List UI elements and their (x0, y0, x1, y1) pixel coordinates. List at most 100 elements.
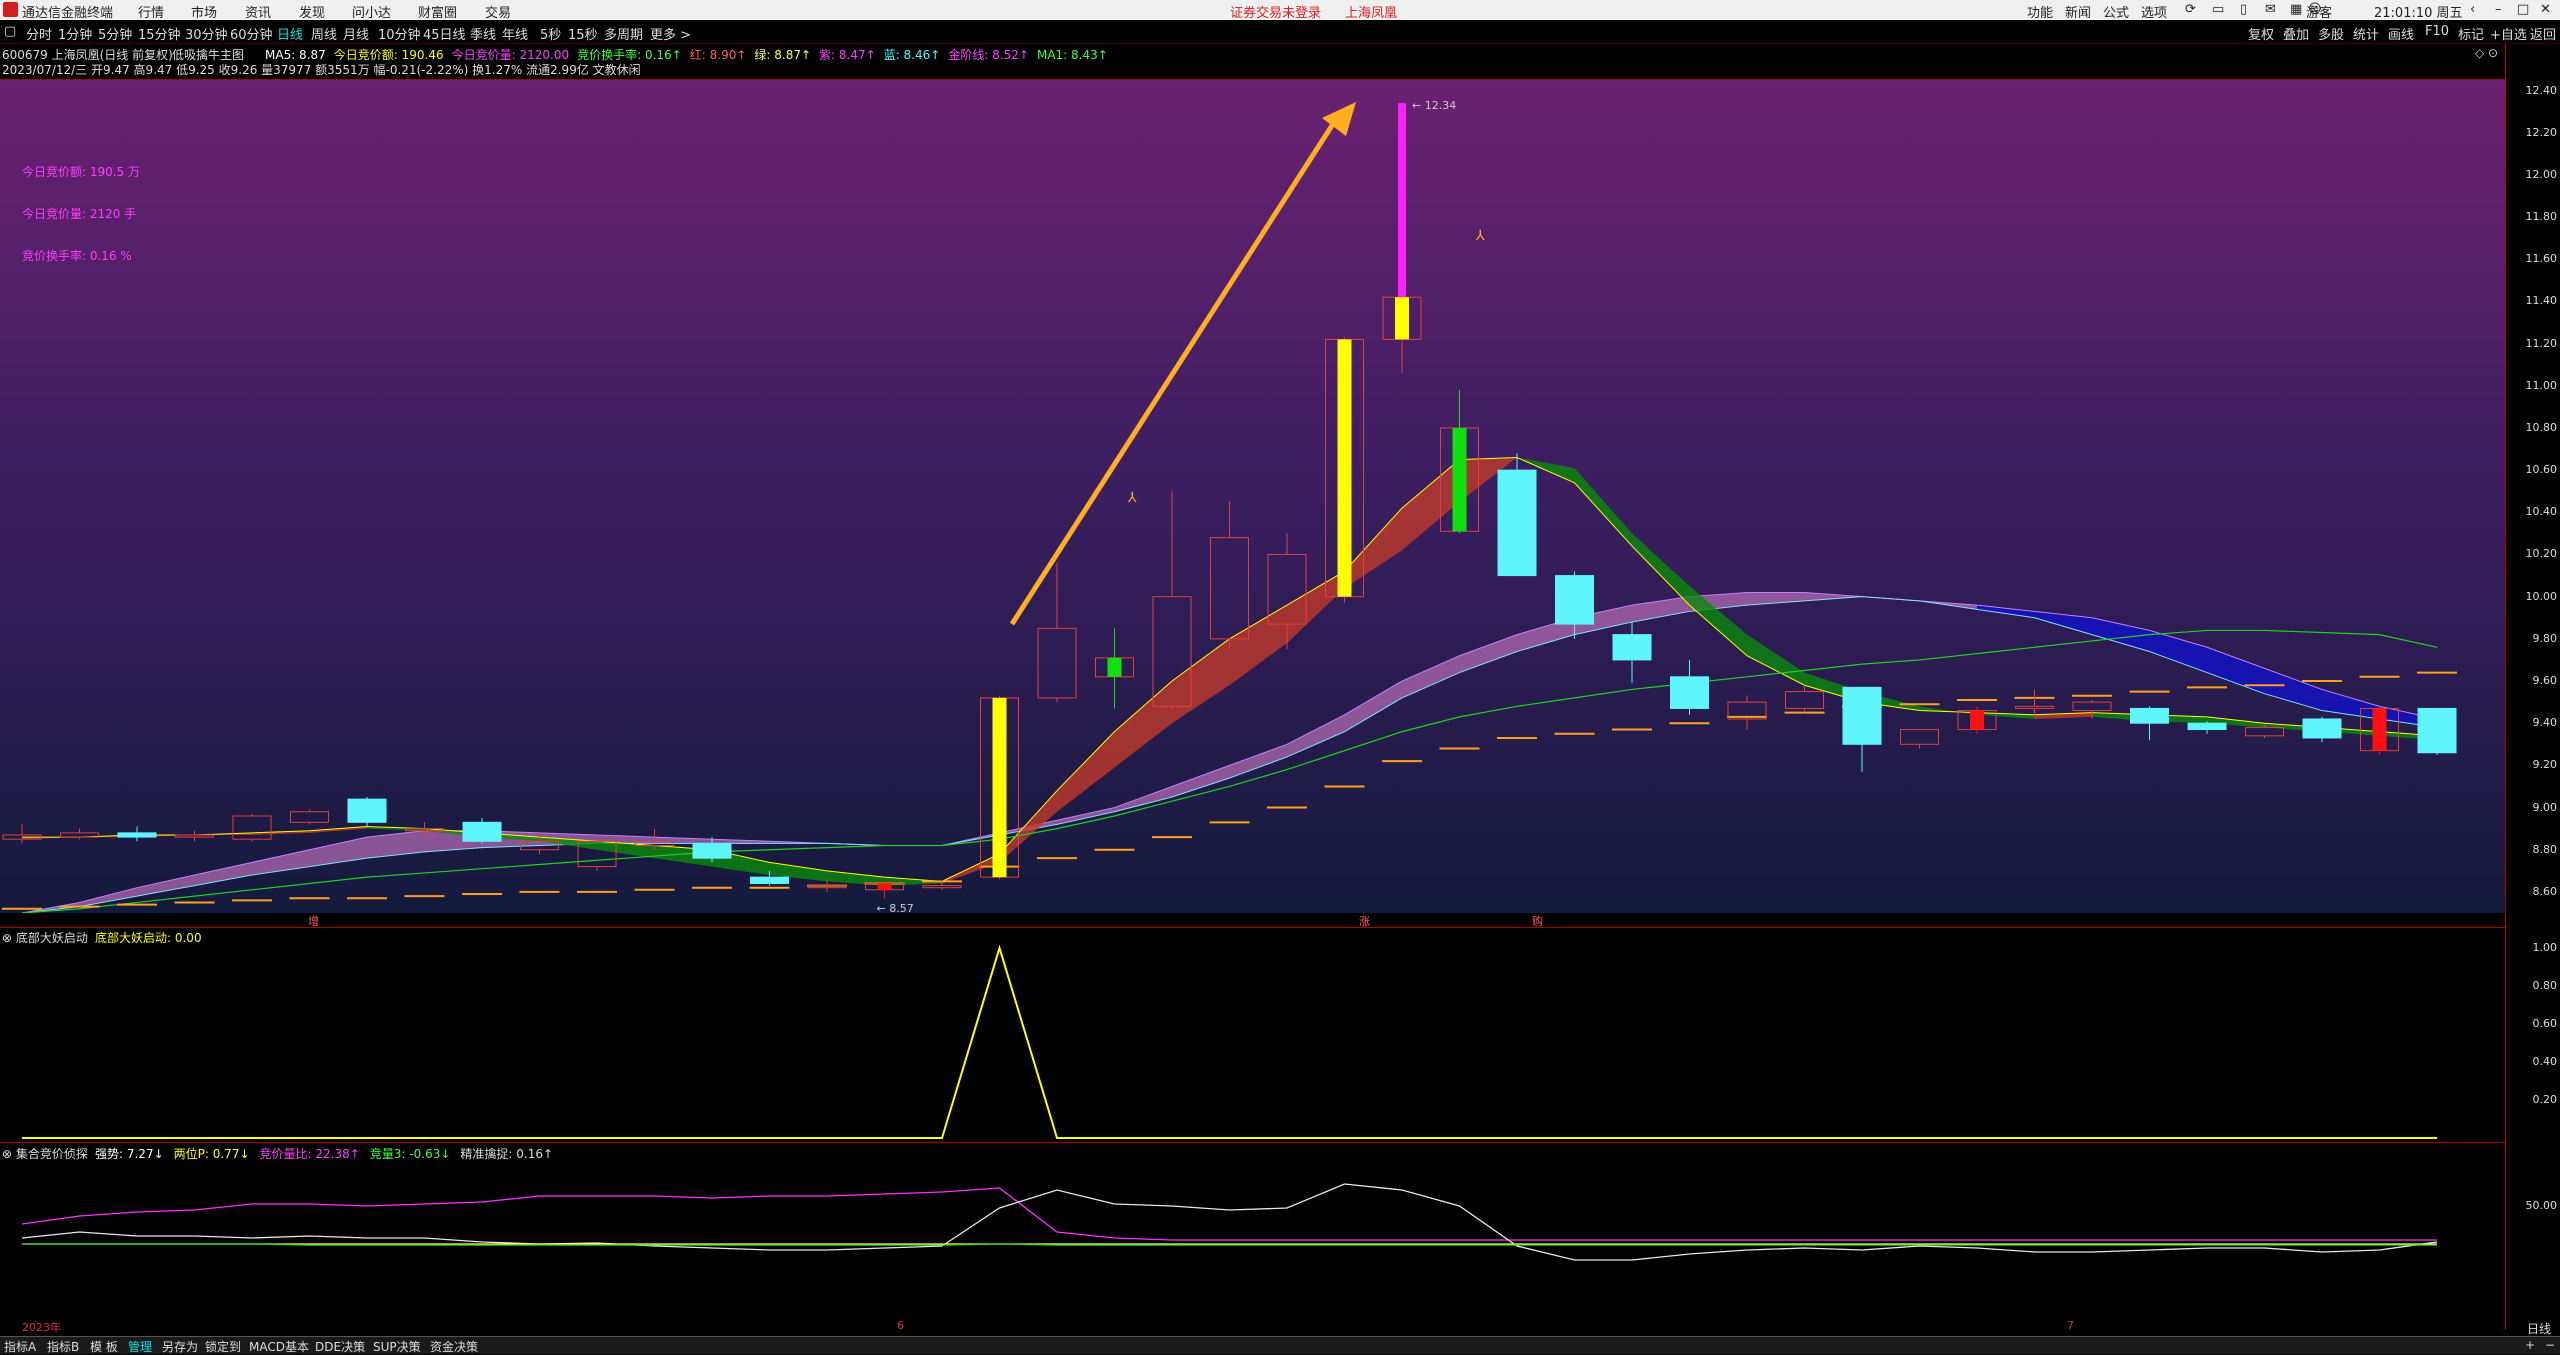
candle-body (1670, 676, 1709, 709)
tool-zixuan[interactable]: +自选 (2490, 24, 2527, 43)
candle-body (1785, 691, 1824, 709)
signal-icon: ⅄ (1475, 228, 1485, 244)
price-tick: 10.40 (2525, 505, 2558, 519)
close-icon[interactable]: ✕ (2540, 2, 2551, 17)
timeframe-0[interactable]: 分时 (26, 24, 52, 43)
date-label-year: 2023年 (22, 1321, 61, 1334)
candle-upper-shadow (1398, 103, 1406, 298)
tab-zijin[interactable]: 资金决策 (430, 1338, 478, 1355)
signal-icon: ⅄ (1127, 490, 1137, 506)
refresh-icon[interactable]: ⟳ (2185, 2, 2196, 17)
tab-suodingdao[interactable]: 锁定到 (205, 1338, 241, 1355)
zoom-out-icon[interactable]: − (2545, 1338, 2555, 1352)
tab-lingcunwei[interactable]: 另存为 (162, 1338, 198, 1355)
candle-body (2130, 707, 2169, 724)
candle-body (117, 832, 157, 838)
tab-macd[interactable]: MACD基本 (249, 1338, 309, 1355)
panel2-name: 底部大妖启动 (15, 931, 88, 945)
candle-body (2302, 718, 2342, 739)
tab-sup[interactable]: SUP决策 (373, 1338, 421, 1355)
candle-body (922, 885, 962, 889)
menu-zixun[interactable]: 资讯 (245, 2, 271, 21)
period-label[interactable]: 日线 (2527, 1320, 2551, 1337)
panel-settings-icon[interactable]: ◇ ⊙ (2475, 46, 2498, 60)
panel3-chart[interactable] (0, 1160, 2505, 1317)
menu-shichang[interactable]: 市场 (191, 2, 217, 21)
menu-caifuquan[interactable]: 财富圈 (418, 2, 457, 21)
timeframe-10[interactable]: 45日线 (423, 24, 466, 43)
candlestick-chart[interactable]: ← 12.34 ← 8.57 ⅄ ⅄ 今日竞价额: 190.5 万 今日竞价量: 21… (0, 80, 2505, 915)
candle-body (807, 885, 847, 889)
timeframe-11[interactable]: 季线 (470, 24, 496, 43)
tool-diejia[interactable]: 叠加 (2283, 24, 2309, 43)
timeframe-13[interactable]: 5秒 (540, 24, 561, 43)
candle-body (1210, 537, 1249, 640)
menu-gongshi[interactable]: 公式 (2103, 2, 2129, 21)
tool-huaxian[interactable]: 画线 (2388, 24, 2414, 43)
menu-jiaoyi[interactable]: 交易 (485, 2, 511, 21)
tab-moban[interactable]: 模 板 (90, 1338, 118, 1355)
maximize-icon[interactable]: □ (2517, 2, 2529, 17)
menu-gongneng[interactable]: 功能 (2027, 2, 2053, 21)
menu-hangqing[interactable]: 行情 (138, 2, 164, 21)
phone-icon[interactable]: ▯ (2240, 2, 2247, 17)
timeframe-4[interactable]: 30分钟 (185, 24, 228, 43)
panel3-value-2: 竞价量比: 22.38↑ (259, 1147, 360, 1161)
tool-biaoji[interactable]: 标记 (2458, 24, 2484, 43)
panel2-chart[interactable] (0, 944, 2505, 1141)
timeframe-6[interactable]: 日线 (277, 24, 303, 43)
timeframe-8[interactable]: 月线 (343, 24, 369, 43)
minimize-icon[interactable]: – (2495, 2, 2502, 17)
tool-duogu[interactable]: 多股 (2318, 24, 2344, 43)
price-tick: 12.00 (2525, 167, 2558, 181)
menu-xuanxiang[interactable]: 选项 (2141, 2, 2167, 21)
timeframe-15[interactable]: 多周期 (604, 24, 643, 43)
menu-xinwen[interactable]: 新闻 (2065, 2, 2091, 21)
candle-body (2187, 722, 2227, 731)
price-tick: 9.60 (2532, 674, 2558, 688)
timeframe-2[interactable]: 5分钟 (98, 24, 132, 43)
trend-ribbon-segment (1632, 533, 1690, 606)
timeframe-3[interactable]: 15分钟 (138, 24, 181, 43)
candle-body (692, 842, 732, 859)
timeframe-16[interactable]: 更多 > (650, 24, 691, 43)
timeframe-5[interactable]: 60分钟 (230, 24, 273, 43)
menu-faxian[interactable]: 发现 (299, 2, 325, 21)
tab-dde[interactable]: DDE决策 (315, 1338, 365, 1355)
candle-body (992, 697, 1007, 878)
timeframe-14[interactable]: 15秒 (568, 24, 598, 43)
timeframe-9[interactable]: 10分钟 (378, 24, 421, 43)
login-notice[interactable]: 证券交易未登录 (1230, 2, 1321, 21)
menu-wenxiaoda[interactable]: 问小达 (352, 2, 391, 21)
panel2-tick: 1.00 (2532, 941, 2558, 954)
tool-fuquan[interactable]: 复权 (2248, 24, 2274, 43)
tab-guanli[interactable]: 管理 (128, 1338, 152, 1355)
timeframe-1[interactable]: 1分钟 (58, 24, 92, 43)
layout-icon[interactable]: ▢ (4, 24, 16, 39)
monitor-icon[interactable]: ▭ (2212, 2, 2224, 17)
timeframe-7[interactable]: 周线 (311, 24, 337, 43)
trend-ribbon-segment (1402, 459, 1460, 551)
signal-strip: 增 涨 购 (0, 913, 2505, 928)
candle-body (2417, 707, 2457, 754)
message-icon[interactable]: ✉ (2265, 2, 2276, 17)
price-tick: 11.20 (2525, 336, 2558, 350)
price-tick: 10.00 (2525, 589, 2558, 603)
user-label[interactable]: 游客 (2306, 2, 2332, 21)
candle-body (1452, 427, 1467, 532)
tab-zhibiao-b[interactable]: 指标B (47, 1338, 79, 1355)
panel3-value-3: 竞量3: -0.63↓ (369, 1147, 451, 1161)
tab-zhibiao-a[interactable]: 指标A (4, 1338, 36, 1355)
back-icon[interactable]: ‹ (2470, 2, 2475, 17)
tool-f10[interactable]: F10 (2425, 24, 2449, 39)
candle-body (1900, 729, 1939, 745)
zoom-in-icon[interactable]: + (2525, 1338, 2535, 1352)
price-tick: 9.40 (2532, 716, 2558, 730)
price-tick: 9.80 (2532, 631, 2558, 645)
tool-tongji[interactable]: 统计 (2353, 24, 2379, 43)
tool-fanhui[interactable]: 返回 (2530, 24, 2556, 43)
timeframe-12[interactable]: 年线 (502, 24, 528, 43)
ohlc-summary: 2023/07/12/三 开9.47 高9.47 低9.25 收9.26 量37… (2, 63, 641, 77)
grid-icon[interactable]: ▦ (2290, 2, 2302, 17)
trend-arrow-shaft (1009, 111, 1343, 626)
